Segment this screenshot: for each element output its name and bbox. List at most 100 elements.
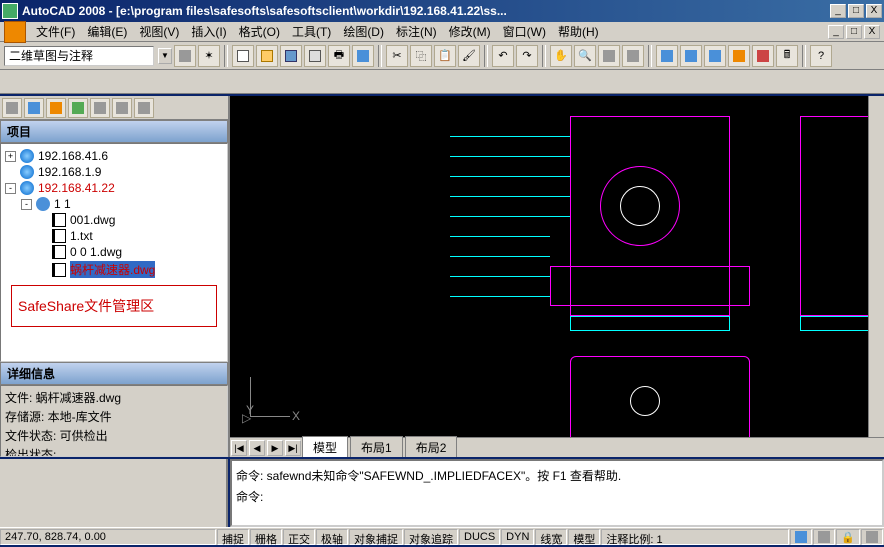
workspace-gear-icon[interactable]: ✶ xyxy=(198,45,220,67)
tab-layout1[interactable]: 布局1 xyxy=(350,436,403,457)
tab-nav-last[interactable]: ▶| xyxy=(285,440,301,456)
tree-label-selected[interactable]: 蜗杆减速器.dwg xyxy=(70,261,155,278)
menu-file[interactable]: 文件(F) xyxy=(30,21,81,42)
status-grid[interactable]: 栅格 xyxy=(250,529,282,545)
menu-insert[interactable]: 插入(I) xyxy=(185,21,232,42)
plot-button[interactable] xyxy=(304,45,326,67)
drawing-canvas[interactable]: Y X ▷ |◀ ◀ ▶ ▶| 模型 布局1 布局2 xyxy=(230,96,884,457)
redo-button[interactable]: ↷ xyxy=(516,45,538,67)
new-button[interactable] xyxy=(232,45,254,67)
menu-modify[interactable]: 修改(M) xyxy=(443,21,497,42)
menu-view[interactable]: 视图(V) xyxy=(133,21,185,42)
zoom-button[interactable]: 🔍 xyxy=(574,45,596,67)
menu-format[interactable]: 格式(O) xyxy=(233,21,286,42)
cut-button[interactable]: ✂ xyxy=(386,45,408,67)
status-icon-1[interactable] xyxy=(790,529,812,545)
pan-button[interactable]: ✋ xyxy=(550,45,572,67)
status-polar[interactable]: 极轴 xyxy=(316,529,348,545)
status-icon-3[interactable] xyxy=(861,529,883,545)
status-model[interactable]: 模型 xyxy=(568,529,600,545)
menu-window[interactable]: 窗口(W) xyxy=(497,21,552,42)
open-button[interactable] xyxy=(256,45,278,67)
tree-file-4[interactable]: 蜗杆减速器.dwg xyxy=(5,260,223,279)
plot-preview-button[interactable]: 🖶 xyxy=(328,45,350,67)
expand-icon[interactable]: + xyxy=(5,151,16,162)
tree-node-folder[interactable]: - 1 1 xyxy=(5,196,223,212)
minimize-button[interactable]: _ xyxy=(830,4,846,18)
tree-node-server-2[interactable]: 192.168.1.9 xyxy=(5,164,223,180)
designcenter-button[interactable] xyxy=(680,45,702,67)
tree-file-3[interactable]: 0 0 1.dwg xyxy=(5,244,223,260)
status-lwt[interactable]: 线宽 xyxy=(535,529,567,545)
tab-layout2[interactable]: 布局2 xyxy=(405,436,458,457)
proj-tool-6[interactable] xyxy=(112,98,132,118)
properties-button[interactable] xyxy=(656,45,678,67)
menu-help[interactable]: 帮助(H) xyxy=(552,21,605,42)
status-otrack[interactable]: 对象追踪 xyxy=(404,529,458,545)
app-menu-icon[interactable] xyxy=(4,21,26,43)
menu-draw[interactable]: 绘图(D) xyxy=(337,21,390,42)
project-tree[interactable]: + 192.168.41.6 192.168.1.9 - 192.168.41.… xyxy=(0,143,228,362)
proj-tool-4[interactable] xyxy=(68,98,88,118)
vertical-scrollbar[interactable] xyxy=(868,96,884,437)
mdi-restore-button[interactable]: □ xyxy=(846,25,862,39)
status-ortho[interactable]: 正交 xyxy=(283,529,315,545)
paste-button[interactable]: 📋 xyxy=(434,45,456,67)
command-window[interactable]: 命令: safewnd未知命令"SAFEWND_.IMPLIEDFACEX"。按… xyxy=(230,459,884,527)
workspace-settings-icon[interactable] xyxy=(174,45,196,67)
markup-button[interactable] xyxy=(752,45,774,67)
status-dyn[interactable]: DYN xyxy=(501,529,534,545)
status-ducs[interactable]: DUCS xyxy=(459,529,500,545)
workspace-combo[interactable]: 二维草图与注释 xyxy=(4,46,154,66)
command-prompt[interactable]: 命令: xyxy=(236,486,878,507)
undo-button[interactable]: ↶ xyxy=(492,45,514,67)
tree-file-2[interactable]: 1.txt xyxy=(5,228,223,244)
zoom-previous-button[interactable] xyxy=(622,45,644,67)
tree-file-1[interactable]: 001.dwg xyxy=(5,212,223,228)
menu-dimension[interactable]: 标注(N) xyxy=(390,21,443,42)
status-annoscale[interactable]: 注释比例: 1 xyxy=(601,529,789,545)
toolpalettes-button[interactable] xyxy=(704,45,726,67)
tree-label[interactable]: 0 0 1.dwg xyxy=(70,245,122,259)
tab-nav-next[interactable]: ▶ xyxy=(267,440,283,456)
status-snap[interactable]: 捕捉 xyxy=(217,529,249,545)
status-bar: 247.70, 828.74, 0.00 捕捉 栅格 正交 极轴 对象捕捉 对象… xyxy=(0,527,884,545)
status-icon-lock[interactable]: 🔒 xyxy=(836,529,860,545)
status-icon-2[interactable] xyxy=(813,529,835,545)
menu-edit[interactable]: 编辑(E) xyxy=(81,21,133,42)
status-coordinates[interactable]: 247.70, 828.74, 0.00 xyxy=(0,529,216,545)
tab-nav-first[interactable]: |◀ xyxy=(231,440,247,456)
save-button[interactable] xyxy=(280,45,302,67)
tree-label[interactable]: 192.168.41.6 xyxy=(38,149,108,163)
tree-node-server-3[interactable]: - 192.168.41.22 xyxy=(5,180,223,196)
collapse-icon[interactable]: - xyxy=(21,199,32,210)
proj-tool-2[interactable] xyxy=(24,98,44,118)
tree-label[interactable]: 192.168.1.9 xyxy=(38,165,101,179)
tree-label[interactable]: 1.txt xyxy=(70,229,93,243)
close-button[interactable]: X xyxy=(866,4,882,18)
proj-tool-5[interactable] xyxy=(90,98,110,118)
maximize-button[interactable]: □ xyxy=(848,4,864,18)
calc-button[interactable]: 🖩 xyxy=(776,45,798,67)
tab-model[interactable]: 模型 xyxy=(302,436,348,457)
tree-label[interactable]: 001.dwg xyxy=(70,213,115,227)
status-osnap[interactable]: 对象捕捉 xyxy=(349,529,403,545)
sheetset-button[interactable] xyxy=(728,45,750,67)
menu-tools[interactable]: 工具(T) xyxy=(286,21,337,42)
copy-button[interactable]: ⿻ xyxy=(410,45,432,67)
publish-button[interactable] xyxy=(352,45,374,67)
proj-tool-1[interactable] xyxy=(2,98,22,118)
tree-node-server-1[interactable]: + 192.168.41.6 xyxy=(5,148,223,164)
mdi-minimize-button[interactable]: _ xyxy=(828,25,844,39)
help-button[interactable]: ? xyxy=(810,45,832,67)
tree-label[interactable]: 192.168.41.22 xyxy=(38,181,115,195)
tree-label[interactable]: 1 1 xyxy=(54,197,71,211)
zoom-window-button[interactable] xyxy=(598,45,620,67)
proj-tool-7[interactable] xyxy=(134,98,154,118)
collapse-icon[interactable]: - xyxy=(5,183,16,194)
proj-tool-3[interactable] xyxy=(46,98,66,118)
mdi-close-button[interactable]: X xyxy=(864,25,880,39)
workspace-combo-arrow[interactable]: ▼ xyxy=(158,48,172,64)
tab-nav-prev[interactable]: ◀ xyxy=(249,440,265,456)
match-props-button[interactable]: 🖌 xyxy=(458,45,480,67)
